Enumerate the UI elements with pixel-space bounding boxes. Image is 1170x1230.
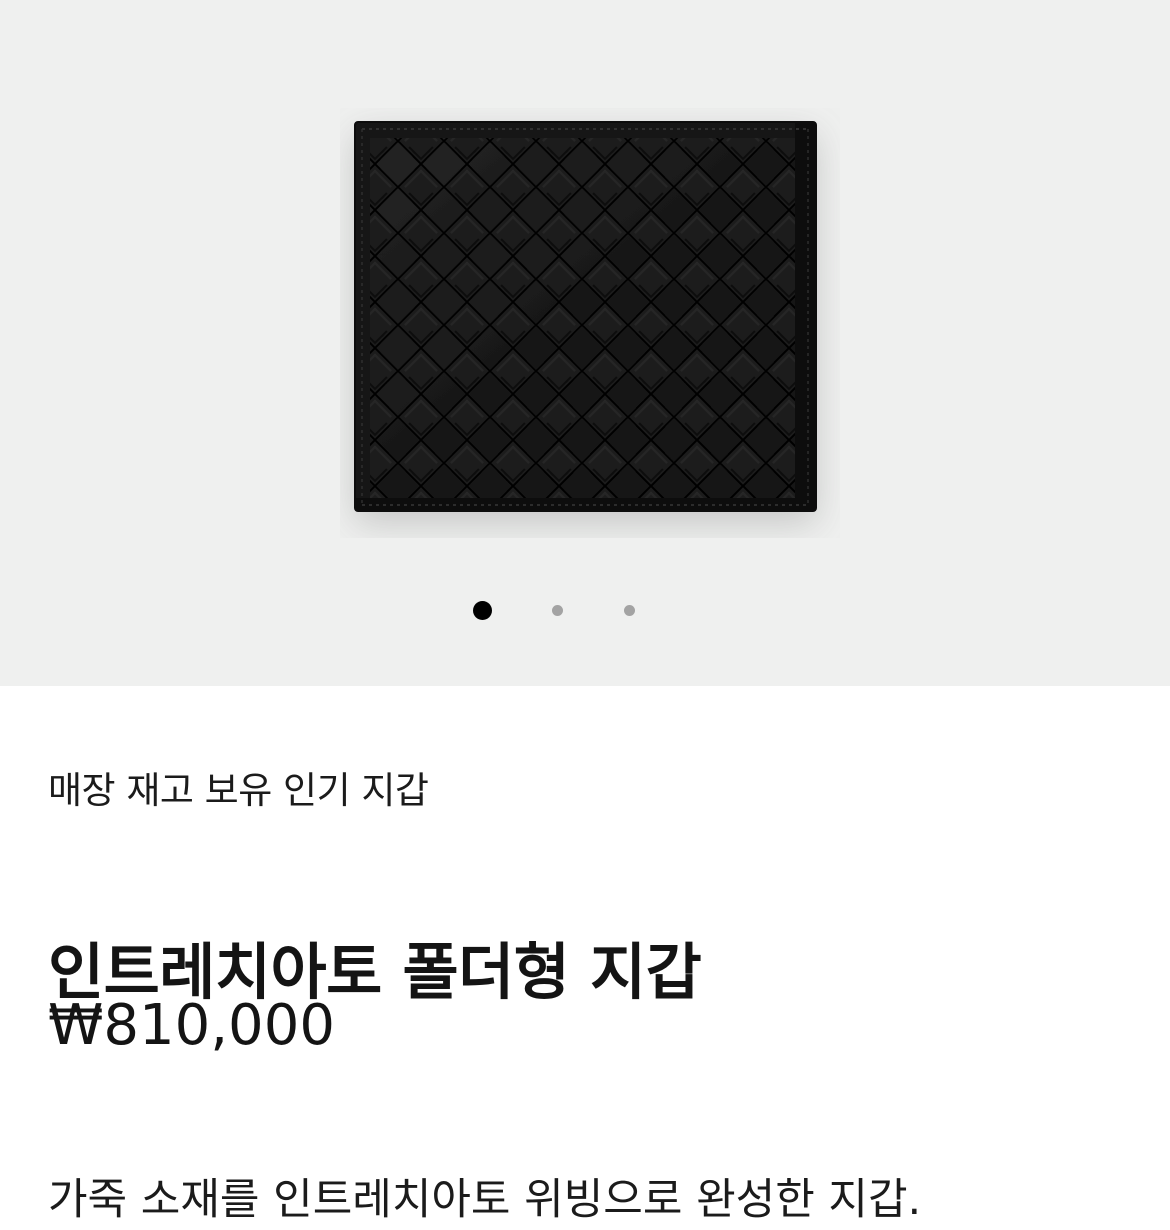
carousel-dot-2[interactable] (552, 605, 563, 616)
carousel-pagination (0, 600, 1170, 622)
carousel-dot-3[interactable] (624, 605, 635, 616)
product-description: 가죽 소재를 인트레치아토 위빙으로 완성한 지갑. (48, 1175, 922, 1225)
product-info-section: 매장 재고 보유 인기 지갑 인트레치아토 폴더형 지갑 ₩810,000 가죽… (48, 686, 1128, 1225)
product-image-wallet[interactable] (340, 108, 840, 538)
product-tag: 매장 재고 보유 인기 지갑 (48, 769, 429, 812)
product-price: ₩810,000 (48, 993, 335, 1058)
carousel-dot-1-active[interactable] (473, 601, 492, 620)
product-image-gallery[interactable] (0, 0, 1170, 686)
